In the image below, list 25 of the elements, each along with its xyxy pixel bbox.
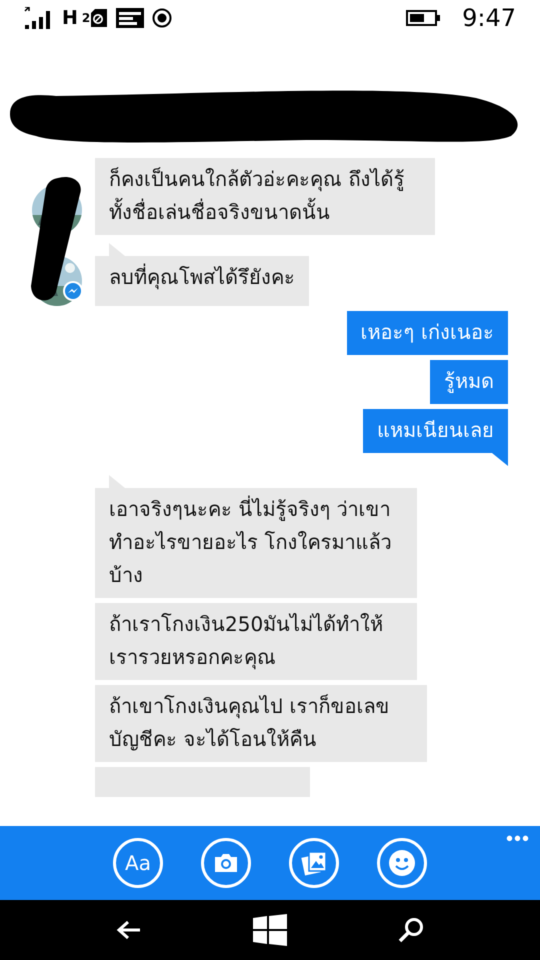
message-bubble: ก็คงเป็นคนใกล้ตัวอ่ะคะคุณ ถึงได้รู้ทั้งชื่อเล่นชื่อจริงขนาดนั้น xyxy=(95,158,435,235)
camera-button[interactable] xyxy=(201,838,251,888)
font-button[interactable]: Aa xyxy=(113,838,163,888)
windows-icon[interactable] xyxy=(252,914,287,946)
message-icon xyxy=(116,8,144,28)
sim-number: 2 xyxy=(82,11,90,25)
record-icon xyxy=(152,8,172,28)
bubble-tail xyxy=(492,453,508,466)
network-type: H xyxy=(62,7,78,29)
emoji-button[interactable] xyxy=(377,838,427,888)
more-button[interactable]: ••• xyxy=(506,828,530,851)
message-bubble: เหอะๆ เก่งเนอะ xyxy=(346,311,508,355)
message-bubble: รู้หมด xyxy=(430,360,508,404)
back-icon[interactable] xyxy=(116,920,142,940)
battery-icon xyxy=(406,10,440,26)
photos-button[interactable] xyxy=(289,838,339,888)
smiley-icon xyxy=(388,849,416,877)
clock-time: 9:47 xyxy=(462,4,516,32)
search-icon[interactable] xyxy=(398,917,424,943)
message-bubble: ถ้าเขาโกงเงินคุณไป เราก็ขอเลขบัญชีคะ จะได้โอนให้คืน xyxy=(95,685,427,762)
pictures-icon xyxy=(301,850,327,876)
message-bubble: ถ้าเราโกงเงิน250มันไม่ได้ทำให้เรารวยหรอกคะคุณ xyxy=(95,603,417,680)
camera-icon xyxy=(213,853,239,873)
sim-icon xyxy=(90,8,108,28)
messenger-icon xyxy=(63,281,83,301)
